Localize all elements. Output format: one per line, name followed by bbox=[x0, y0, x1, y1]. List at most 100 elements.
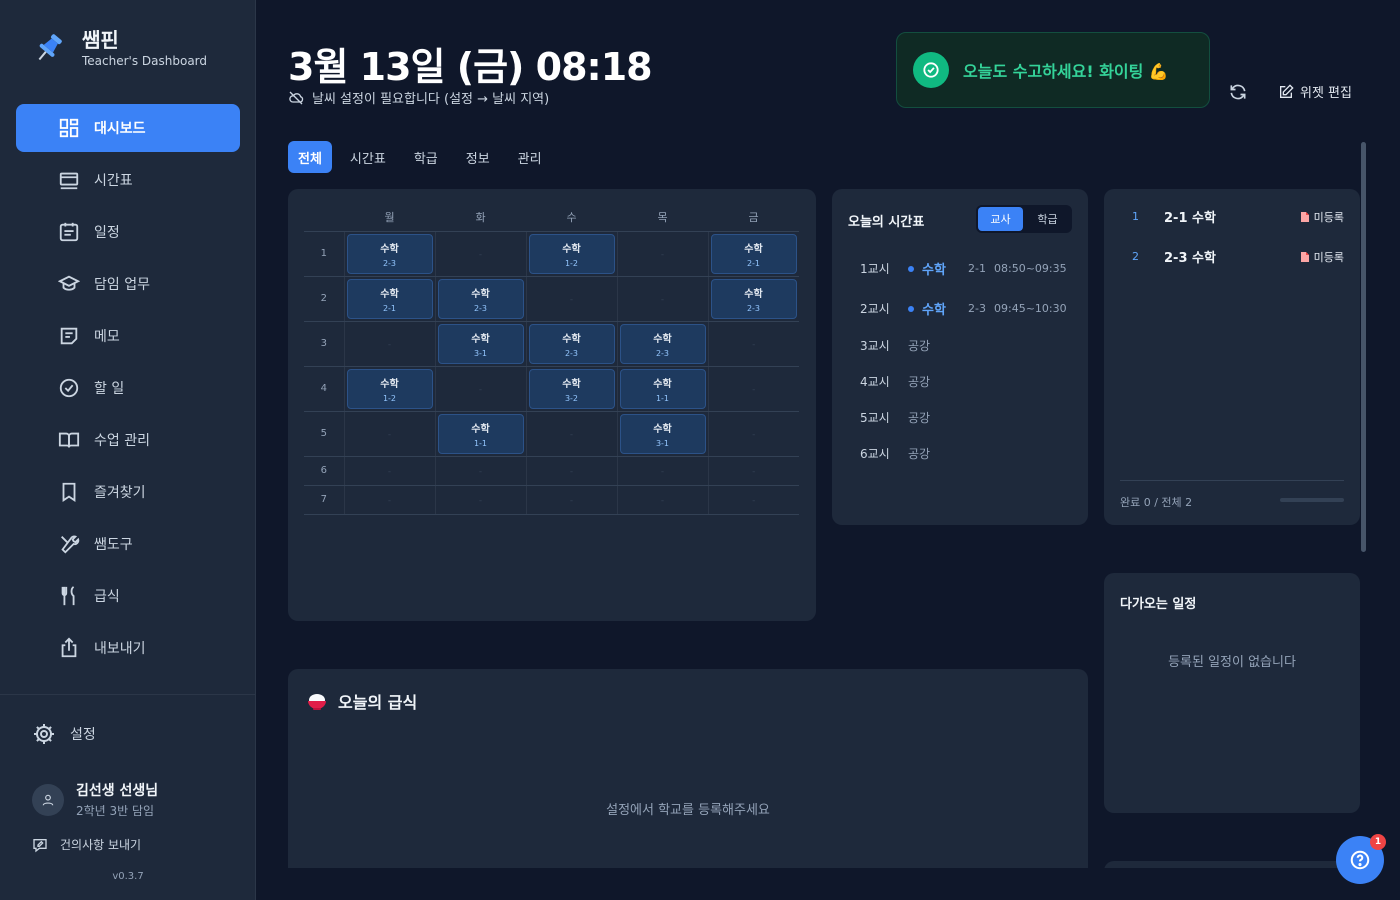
empty-cell bbox=[616, 485, 708, 515]
class-block[interactable]: 수학 2-3 bbox=[437, 278, 524, 319]
edit-widgets-button[interactable]: 위젯 편집 bbox=[1278, 82, 1352, 101]
class-room: 2-1 bbox=[746, 258, 761, 268]
timetable-cell[interactable]: 수학 1-1 bbox=[616, 366, 708, 412]
class-block[interactable]: 수학 2-3 bbox=[346, 233, 433, 274]
class-block[interactable]: 수학 2-3 bbox=[619, 323, 706, 364]
timetable-cell[interactable]: 수학 2-3 bbox=[707, 276, 799, 322]
day-header: 목 bbox=[617, 203, 708, 232]
period-number: 5 bbox=[304, 411, 344, 457]
sidebar-item-timetable[interactable]: 시간표 bbox=[16, 156, 240, 204]
empty-cell bbox=[343, 411, 435, 457]
sidebar-item-tools[interactable]: 쌤도구 bbox=[16, 520, 240, 568]
lesson-row: 5교시 공강 bbox=[860, 409, 930, 426]
brand[interactable]: 쌤핀 Teacher's Dashboard bbox=[32, 28, 207, 68]
list-item[interactable]: 2 2-3 수학 미등록 bbox=[1132, 247, 1344, 266]
class-block[interactable]: 수학 3-1 bbox=[437, 323, 524, 364]
class-block[interactable]: 수학 2-3 bbox=[528, 323, 615, 364]
weather-notice[interactable]: 날씨 설정이 필요합니다 (설정 → 날씨 지역) bbox=[288, 88, 549, 107]
timetable-cell[interactable]: 수학 2-3 bbox=[434, 276, 526, 322]
sidebar-item-memo[interactable]: 메모 bbox=[16, 312, 240, 360]
period-number: 1 bbox=[304, 231, 344, 277]
calendar-icon bbox=[59, 222, 79, 242]
sidebar-item-label: 즐겨찾기 bbox=[94, 485, 146, 501]
class-subject: 수학 bbox=[471, 288, 490, 300]
sidebar-item-dashboard[interactable]: 대시보드 bbox=[16, 104, 240, 152]
empty-cell bbox=[525, 485, 617, 515]
class-block[interactable]: 수학 2-3 bbox=[710, 278, 797, 319]
lesson-row: 4교시 공강 bbox=[860, 373, 930, 390]
sidebar-item-meal[interactable]: 급식 bbox=[16, 572, 240, 620]
timetable-cell[interactable]: 수학 3-1 bbox=[434, 321, 526, 367]
lesson-period: 5교시 bbox=[860, 411, 890, 425]
timetable-cell[interactable]: 수학 1-2 bbox=[525, 231, 617, 277]
lesson-row: 1교시 수학 2-1 08:50~09:35 bbox=[860, 259, 1067, 278]
list-item[interactable]: 1 2-1 수학 미등록 bbox=[1132, 207, 1344, 226]
user-role: 2학년 3반 담임 bbox=[76, 804, 155, 818]
empty-cell bbox=[434, 456, 526, 486]
lesson-time: 08:50~09:35 bbox=[994, 262, 1067, 275]
today-title: 오늘의 시간표 bbox=[848, 215, 925, 230]
timetable-cell[interactable]: 수학 2-3 bbox=[343, 231, 435, 277]
tab-timetable[interactable]: 시간표 bbox=[340, 141, 396, 173]
weather-text: 날씨 설정이 필요합니다 (설정 → 날씨 지역) bbox=[312, 92, 550, 107]
class-block[interactable]: 수학 1-2 bbox=[528, 233, 615, 274]
tab-all[interactable]: 전체 bbox=[288, 141, 332, 173]
class-block[interactable]: 수학 3-1 bbox=[619, 413, 706, 454]
class-room: 3-1 bbox=[473, 348, 488, 358]
sidebar-item-schedule[interactable]: 일정 bbox=[16, 208, 240, 256]
completion-count: 완료 0 / 전체 2 bbox=[1120, 496, 1193, 509]
class-subject: 수학 bbox=[562, 378, 581, 390]
class-block[interactable]: 수학 1-1 bbox=[437, 413, 524, 454]
events-title: 다가오는 일정 bbox=[1120, 597, 1197, 612]
tab-admin[interactable]: 관리 bbox=[508, 141, 552, 173]
sidebar-item-bookmarks[interactable]: 즐겨찾기 bbox=[16, 468, 240, 516]
rice-bowl-icon bbox=[308, 694, 326, 710]
period-number: 6 bbox=[304, 456, 344, 486]
sidebar-item-homeroom[interactable]: 담임 업무 bbox=[16, 260, 240, 308]
timetable-cell[interactable]: 수학 2-1 bbox=[343, 276, 435, 322]
feedback-link[interactable]: 건의사항 보내기 bbox=[32, 836, 141, 853]
class-subject: 수학 bbox=[744, 288, 763, 300]
tab-class[interactable]: 학급 bbox=[404, 141, 448, 173]
sidebar-item-export[interactable]: 내보내기 bbox=[16, 624, 240, 672]
toggle-class[interactable]: 학급 bbox=[1025, 207, 1070, 231]
class-subject: 수학 bbox=[653, 378, 672, 390]
sidebar-item-todo[interactable]: 할 일 bbox=[16, 364, 240, 412]
badge-check-icon bbox=[913, 52, 949, 88]
empty-cell bbox=[707, 366, 799, 412]
toggle-teacher[interactable]: 교사 bbox=[978, 207, 1023, 231]
refresh-icon[interactable] bbox=[1228, 82, 1248, 102]
sidebar-item-settings[interactable]: 설정 bbox=[32, 722, 96, 746]
sidebar-item-lessons[interactable]: 수업 관리 bbox=[16, 416, 240, 464]
class-room: 1-1 bbox=[655, 393, 670, 403]
class-block[interactable]: 수학 1-2 bbox=[346, 368, 433, 409]
lesson-row: 2교시 수학 2-3 09:45~10:30 bbox=[860, 299, 1067, 318]
class-block[interactable]: 수학 3-2 bbox=[528, 368, 615, 409]
corner-cell bbox=[304, 203, 344, 232]
empty-cell bbox=[707, 411, 799, 457]
class-room: 2-1 bbox=[382, 303, 397, 313]
timetable-cell[interactable]: 수학 2-3 bbox=[616, 321, 708, 367]
question-icon bbox=[1350, 850, 1370, 870]
timetable-cell[interactable]: 수학 3-1 bbox=[616, 411, 708, 457]
period-number: 3 bbox=[304, 321, 344, 367]
timetable-cell[interactable]: 수학 1-2 bbox=[343, 366, 435, 412]
empty-cell bbox=[434, 231, 526, 277]
empty-cell bbox=[707, 456, 799, 486]
upcoming-events-widget: 다가오는 일정 등록된 일정이 없습니다 bbox=[1104, 573, 1360, 813]
class-block[interactable]: 수학 1-1 bbox=[619, 368, 706, 409]
user-profile[interactable]: 김선생 선생님 2학년 3반 담임 bbox=[32, 780, 158, 819]
scrollbar[interactable] bbox=[1361, 142, 1366, 552]
class-room: 2-3 bbox=[746, 303, 761, 313]
tools-icon bbox=[61, 535, 80, 554]
timetable-cell[interactable]: 수학 3-2 bbox=[525, 366, 617, 412]
timetable-cell[interactable]: 수학 2-1 bbox=[707, 231, 799, 277]
tab-info[interactable]: 정보 bbox=[456, 141, 500, 173]
class-block[interactable]: 수학 2-1 bbox=[346, 278, 433, 319]
lesson-period: 2교시 bbox=[860, 302, 890, 316]
book-icon bbox=[58, 432, 80, 448]
class-block[interactable]: 수학 2-1 bbox=[710, 233, 797, 274]
timetable-cell[interactable]: 수학 1-1 bbox=[434, 411, 526, 457]
timetable-cell[interactable]: 수학 2-3 bbox=[525, 321, 617, 367]
empty-cell bbox=[707, 321, 799, 367]
